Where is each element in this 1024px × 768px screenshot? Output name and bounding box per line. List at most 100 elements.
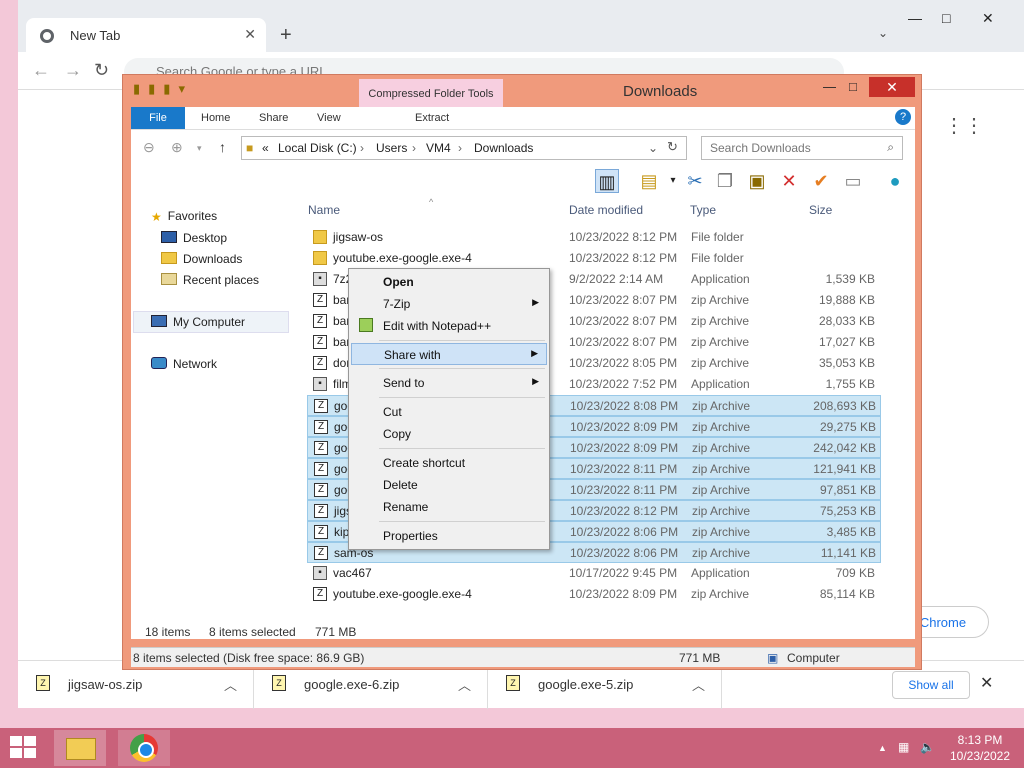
- tab-home[interactable]: Home: [201, 107, 230, 129]
- chevron-down-icon[interactable]: ⌄: [648, 141, 658, 155]
- file-date: 10/23/2022 7:52 PM: [569, 377, 678, 391]
- quick-access-toolbar[interactable]: ▮▮▮▾: [133, 81, 193, 97]
- file-row[interactable]: Zyoutube.exe-google.exe-4 10/23/2022 8:09…: [307, 584, 881, 605]
- nav-label: Desktop: [183, 231, 228, 245]
- column-header-size[interactable]: Size: [809, 203, 832, 217]
- menu-item-edit-notepad[interactable]: Edit with Notepad++: [351, 315, 547, 337]
- tab-view[interactable]: View: [317, 107, 341, 129]
- chevron-up-icon[interactable]: ︿: [458, 675, 471, 694]
- column-header-date[interactable]: Date modified: [569, 203, 643, 217]
- file-row[interactable]: jigsaw-os 10/23/2022 8:12 PM File folder: [307, 227, 881, 248]
- file-type: zip Archive: [691, 314, 750, 328]
- menu-item-copy[interactable]: Copy: [351, 423, 547, 445]
- back-icon[interactable]: ⊖: [143, 139, 155, 156]
- address-bar[interactable]: ■ « Local Disk (C:) › Users › VM4 › Down…: [241, 136, 687, 160]
- status-selected-size: 771 MB: [315, 625, 357, 639]
- tray-expand-icon[interactable]: ▲: [878, 743, 887, 753]
- menu-item-rename[interactable]: Rename: [351, 496, 547, 518]
- reload-icon[interactable]: ↻: [94, 60, 109, 81]
- nav-desktop[interactable]: Desktop: [161, 231, 227, 245]
- close-window-icon[interactable]: ✕: [982, 10, 994, 27]
- properties-folder-icon[interactable]: ▤: [637, 169, 661, 193]
- details-status-bar: 8 items selected (Disk free space: 86.9 …: [131, 647, 915, 667]
- new-tab-button[interactable]: +: [280, 24, 292, 47]
- close-tab-icon[interactable]: ✕: [244, 26, 256, 43]
- maximize-icon[interactable]: □: [849, 79, 857, 94]
- column-header-type[interactable]: Type: [690, 203, 716, 217]
- volume-icon[interactable]: 🔈: [920, 740, 935, 754]
- downloads-folder-icon: [161, 252, 177, 264]
- tab-file[interactable]: File: [131, 107, 185, 129]
- forward-icon[interactable]: →: [64, 60, 82, 81]
- chrome-tab-new-tab[interactable]: New Tab ✕: [26, 18, 266, 54]
- search-input[interactable]: Search Downloads ⌕: [701, 136, 903, 160]
- nav-label: Recent places: [183, 273, 260, 287]
- column-header-name[interactable]: Name: [308, 203, 340, 217]
- rename-icon[interactable]: ▭: [841, 169, 865, 193]
- paste-icon[interactable]: ▣: [745, 169, 769, 193]
- preview-pane-icon[interactable]: ▥: [595, 169, 619, 193]
- menu-item-properties[interactable]: Properties: [351, 525, 547, 547]
- menu-separator: [379, 340, 545, 341]
- delete-icon[interactable]: ✕: [777, 169, 801, 193]
- tab-share[interactable]: Share: [259, 107, 288, 129]
- checkmark-icon[interactable]: ✔: [809, 169, 833, 193]
- breadcrumb-users[interactable]: Users: [376, 141, 407, 155]
- tab-search-chevron-icon[interactable]: ⌄: [878, 26, 888, 40]
- system-clock[interactable]: 8:13 PM 10/23/2022: [942, 732, 1018, 764]
- cut-icon[interactable]: ✂: [683, 169, 707, 193]
- menu-item-send-to[interactable]: Send to ▶: [351, 372, 547, 394]
- show-all-button[interactable]: Show all: [892, 671, 970, 699]
- nav-recent-places[interactable]: Recent places: [161, 273, 259, 287]
- chevron-down-icon[interactable]: ▾: [661, 169, 685, 193]
- menu-separator: [379, 397, 545, 398]
- recent-locations-icon[interactable]: ▾: [197, 143, 202, 154]
- nav-favorites[interactable]: ★ Favorites: [151, 209, 217, 224]
- help-icon[interactable]: ?: [895, 109, 911, 125]
- zip-file-icon: Z: [506, 675, 520, 691]
- close-downloads-bar-icon[interactable]: ✕: [980, 673, 993, 693]
- shell-icon[interactable]: ●: [883, 169, 907, 193]
- refresh-icon[interactable]: ↻: [667, 139, 678, 155]
- app-icon: ▪: [313, 377, 327, 391]
- minimize-icon[interactable]: —: [908, 10, 922, 26]
- up-icon[interactable]: ↑: [219, 139, 226, 155]
- breadcrumb-vm4[interactable]: VM4: [426, 141, 451, 155]
- start-button[interactable]: [10, 736, 38, 760]
- menu-label: Delete: [383, 478, 418, 492]
- nav-downloads[interactable]: Downloads: [161, 252, 242, 266]
- breadcrumb-local-disk[interactable]: Local Disk (C:): [278, 141, 357, 155]
- zip-icon: Z: [314, 483, 328, 497]
- menu-item-open[interactable]: Open: [351, 271, 547, 293]
- menu-item-cut[interactable]: Cut: [351, 401, 547, 423]
- nav-network[interactable]: Network: [151, 357, 217, 371]
- close-icon[interactable]: ✕: [869, 77, 915, 97]
- menu-item-share-with[interactable]: Share with ▶: [351, 343, 547, 365]
- file-size: 75,253 KB: [819, 504, 876, 518]
- tab-extract[interactable]: Extract: [415, 107, 449, 129]
- minimize-icon[interactable]: —: [823, 79, 836, 94]
- menu-item-create-shortcut[interactable]: Create shortcut: [351, 452, 547, 474]
- forward-icon[interactable]: ⊕: [171, 139, 183, 156]
- file-row[interactable]: youtube.exe-google.exe-4 10/23/2022 8:12 …: [307, 248, 881, 269]
- file-date: 10/23/2022 8:07 PM: [569, 293, 678, 307]
- taskbar-file-explorer[interactable]: [54, 730, 106, 766]
- status-location: Computer: [787, 651, 840, 665]
- file-row[interactable]: ▪ vac467 10/17/2022 9:45 PM Application 709 …: [307, 563, 881, 584]
- chevron-up-icon[interactable]: ︿: [224, 675, 237, 694]
- apps-grid-icon[interactable]: ⋮⋮: [944, 113, 984, 138]
- breadcrumb-overflow[interactable]: «: [262, 141, 269, 155]
- copy-icon[interactable]: ❐: [713, 169, 737, 193]
- back-icon[interactable]: ←: [32, 60, 50, 81]
- menu-item-delete[interactable]: Delete: [351, 474, 547, 496]
- menu-item-7zip[interactable]: 7-Zip ▶: [351, 293, 547, 315]
- network-tray-icon[interactable]: ▦: [898, 740, 909, 754]
- file-type: zip Archive: [692, 462, 751, 476]
- chevron-up-icon[interactable]: ︿: [692, 675, 705, 694]
- nav-my-computer[interactable]: My Computer: [151, 315, 245, 329]
- breadcrumb-downloads[interactable]: Downloads: [474, 141, 533, 155]
- maximize-icon[interactable]: □: [942, 10, 950, 26]
- file-date: 10/23/2022 8:09 PM: [570, 420, 679, 434]
- star-icon: ★: [151, 210, 162, 224]
- taskbar-chrome[interactable]: [118, 730, 170, 766]
